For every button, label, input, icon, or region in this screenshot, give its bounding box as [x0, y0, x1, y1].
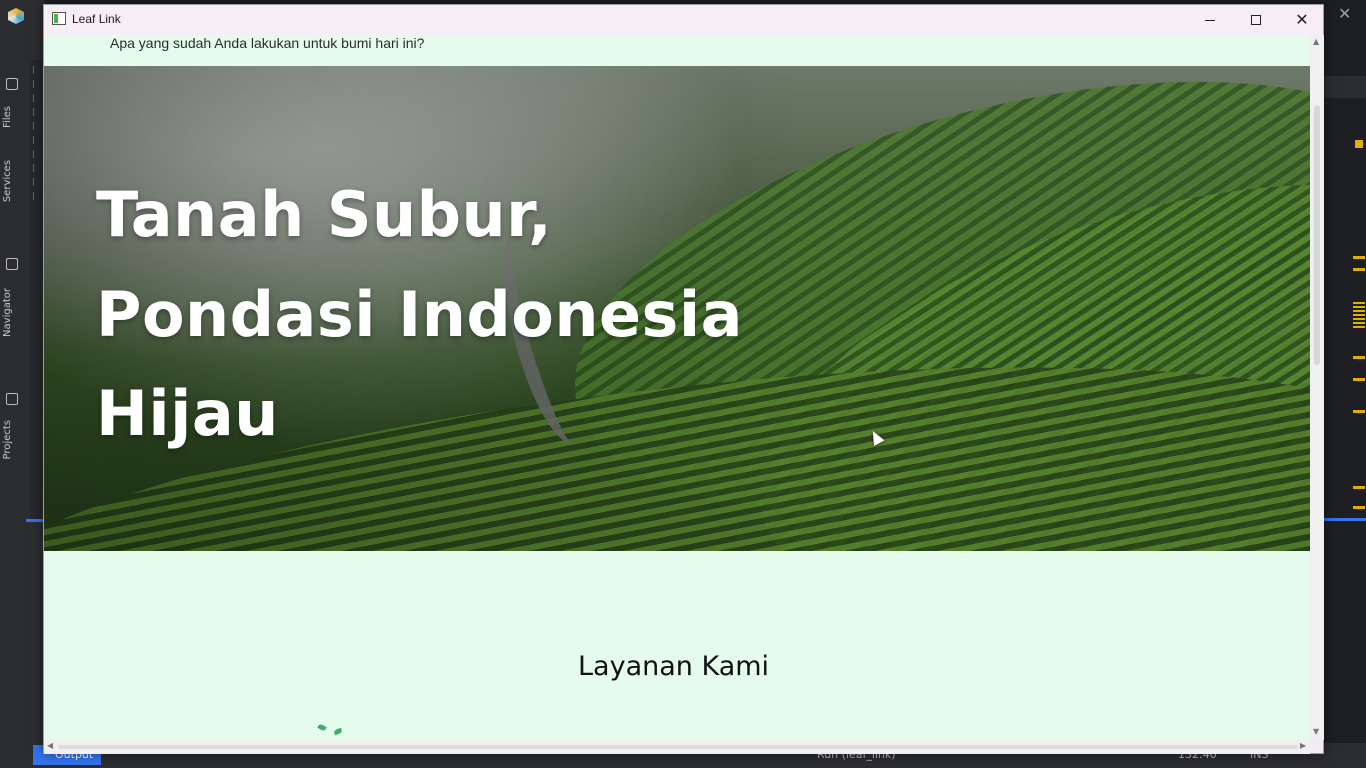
window-title: Leaf Link	[72, 12, 121, 26]
netbeans-logo-icon	[8, 8, 24, 24]
close-button[interactable]: ✕	[1279, 5, 1325, 35]
horizontal-scrollbar[interactable]: ◀ ▶	[44, 740, 1310, 754]
scroll-down-icon[interactable]: ▼	[1313, 727, 1319, 736]
page-content: Apa yang sudah Anda lakukan untuk bumi h…	[44, 35, 1310, 740]
error-stripe-marker[interactable]	[1353, 486, 1365, 489]
ide-active-indicator	[26, 519, 44, 522]
header-tagline: Apa yang sudah Anda lakukan untuk bumi h…	[110, 35, 425, 51]
leaf-link-window: Leaf Link ✕ Apa yang sudah Anda lakukan …	[43, 4, 1324, 754]
error-stripe-marker[interactable]	[1353, 356, 1365, 359]
ide-right-panel: ✕	[1324, 0, 1366, 768]
ide-tab-navigator[interactable]: Navigator	[2, 288, 24, 337]
hero-banner-image: Tanah Subur, Pondasi Indonesia Hijau	[44, 66, 1310, 551]
hero-headline-line3: Hijau	[96, 377, 279, 450]
hero-headline-line1: Tanah Subur,	[96, 178, 553, 251]
maximize-icon	[1251, 15, 1261, 25]
warning-marker-icon[interactable]	[1355, 140, 1363, 148]
error-stripe-marker[interactable]	[1353, 506, 1365, 509]
ide-line-gutter	[30, 60, 44, 520]
error-stripe-marker[interactable]	[1353, 410, 1365, 413]
scroll-right-icon[interactable]: ▶	[1300, 741, 1306, 750]
services-section-title: Layanan Kami	[578, 651, 770, 682]
close-icon: ✕	[1295, 10, 1309, 29]
maximize-button[interactable]	[1233, 5, 1279, 35]
minimize-button[interactable]	[1187, 5, 1233, 35]
restore-panel-icon[interactable]	[6, 258, 18, 270]
java-app-icon	[52, 12, 66, 25]
ide-tab-files[interactable]: Files	[2, 106, 24, 128]
vertical-scroll-thumb[interactable]	[1314, 105, 1320, 365]
ide-dropdown-strip[interactable]	[1324, 76, 1366, 98]
ide-close-icon[interactable]: ✕	[1338, 4, 1351, 23]
restore-panel-icon[interactable]	[6, 393, 18, 405]
ide-active-indicator	[1324, 518, 1366, 521]
scroll-up-icon[interactable]: ▲	[1313, 37, 1319, 46]
ide-tab-projects[interactable]: Projects	[2, 420, 24, 459]
error-stripe-marker[interactable]	[1353, 302, 1365, 330]
error-stripe-marker[interactable]	[1353, 378, 1365, 381]
error-stripe-marker[interactable]	[1353, 268, 1365, 271]
scroll-left-icon[interactable]: ◀	[47, 741, 53, 750]
sprout-icon	[316, 723, 346, 739]
window-titlebar[interactable]: Leaf Link ✕	[44, 5, 1323, 35]
minimize-icon	[1205, 19, 1215, 21]
error-stripe-marker[interactable]	[1353, 256, 1365, 259]
hero-headline-line2: Pondasi Indonesia	[96, 278, 743, 351]
vertical-scrollbar[interactable]: ▲ ▼	[1310, 35, 1324, 740]
restore-panel-icon[interactable]	[6, 78, 18, 90]
ide-tab-services[interactable]: Services	[2, 160, 24, 202]
horizontal-scroll-thumb[interactable]	[58, 745, 1298, 749]
